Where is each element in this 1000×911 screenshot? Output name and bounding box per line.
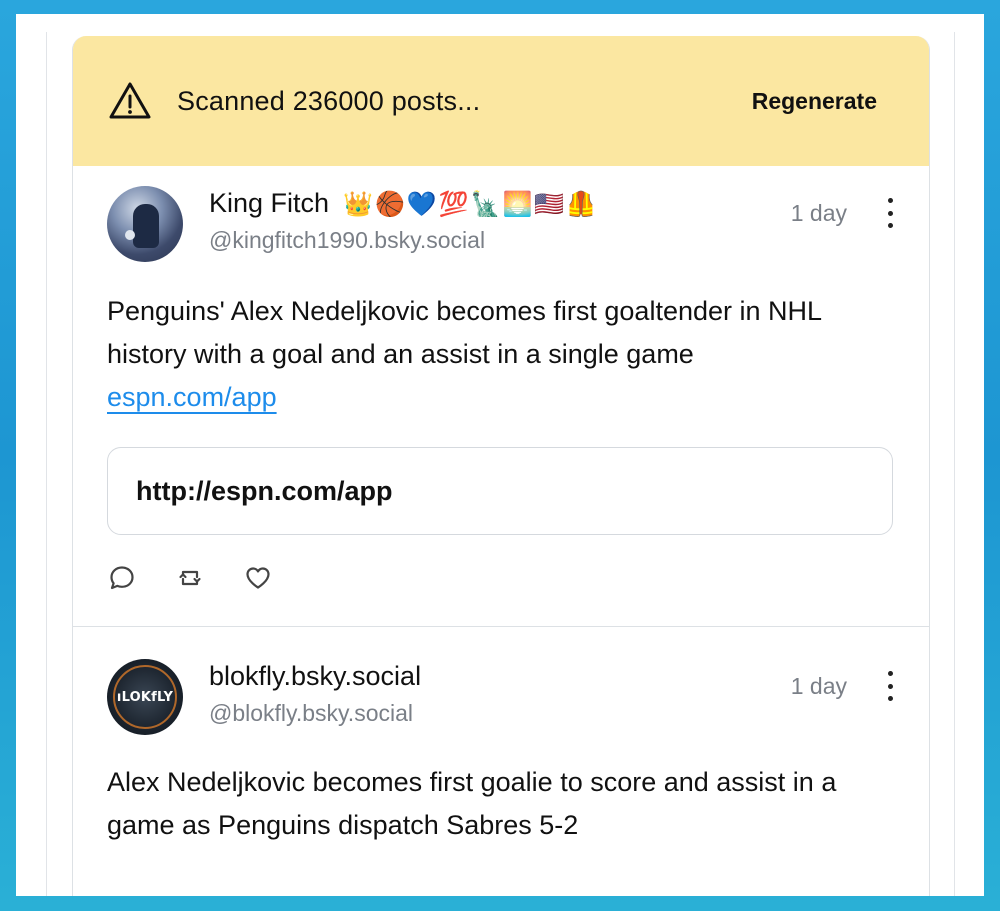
link-preview-card[interactable]: http://espn.com/app [107,447,893,535]
scan-status-text: Scanned 236000 posts... [177,85,481,116]
right-divider [954,32,955,896]
left-divider [46,32,47,896]
app-frame: Scanned 236000 posts... Regenerate King … [16,14,984,896]
author-display-name[interactable]: blokfly.bsky.social [209,661,421,692]
feed-post[interactable]: ıLOKfLY blokfly.bsky.social @blokfly.bsk… [73,626,929,896]
post-link[interactable]: espn.com/app [107,382,277,412]
scan-status-banner: Scanned 236000 posts... Regenerate [73,36,929,166]
more-dot [887,683,893,689]
more-dot [887,223,893,228]
author-display-name-row: King Fitch 👑🏀💙💯🗽🌅🇺🇸🦺 [209,188,791,219]
feed-card: Scanned 236000 posts... Regenerate King … [72,36,930,896]
more-dot [887,671,893,676]
warning-triangle-icon [107,81,153,121]
author-handle[interactable]: @kingfitch1990.bsky.social [209,227,791,254]
more-dot [887,696,893,701]
avatar-logo-text: ıLOKfLY [116,689,174,705]
feed-post[interactable]: King Fitch 👑🏀💙💯🗽🌅🇺🇸🦺 @kingfitch1990.bsky… [73,166,929,626]
author-display-name[interactable]: King Fitch [209,188,329,219]
post-author: King Fitch 👑🏀💙💯🗽🌅🇺🇸🦺 @kingfitch1990.bsky… [209,186,791,254]
more-dot [887,210,893,216]
author-handle[interactable]: @blokfly.bsky.social [209,700,791,727]
post-timestamp: 1 day [790,673,847,699]
more-options-icon[interactable] [885,196,895,230]
avatar[interactable]: ıLOKfLY [107,659,183,735]
post-header: King Fitch 👑🏀💙💯🗽🌅🇺🇸🦺 @kingfitch1990.bsky… [107,186,895,266]
link-preview-url: http://espn.com/app [136,475,393,506]
post-body: Penguins' Alex Nedeljkovic becomes first… [107,290,897,419]
post-body-text: Alex Nedeljkovic becomes first goalie to… [107,767,837,840]
author-emoji-badges: 👑🏀💙💯🗽🌅🇺🇸🦺 [343,189,599,218]
regenerate-button[interactable]: Regenerate [752,88,877,115]
post-body: Alex Nedeljkovic becomes first goalie to… [107,761,897,847]
more-options-icon[interactable] [885,669,895,703]
like-icon[interactable] [243,563,273,593]
post-header: ıLOKfLY blokfly.bsky.social @blokfly.bsk… [107,659,895,739]
post-body-text: Penguins' Alex Nedeljkovic becomes first… [107,296,822,369]
post-timestamp: 1 day [790,200,847,226]
reply-icon[interactable] [107,563,137,593]
author-display-name-row: blokfly.bsky.social [209,661,791,692]
avatar[interactable] [107,186,183,262]
avatar-figure [133,204,159,248]
more-dot [887,198,893,203]
post-actions [107,563,895,593]
post-author: blokfly.bsky.social @blokfly.bsky.social [209,659,791,727]
avatar-ball [125,230,135,240]
repost-icon[interactable] [175,563,205,593]
